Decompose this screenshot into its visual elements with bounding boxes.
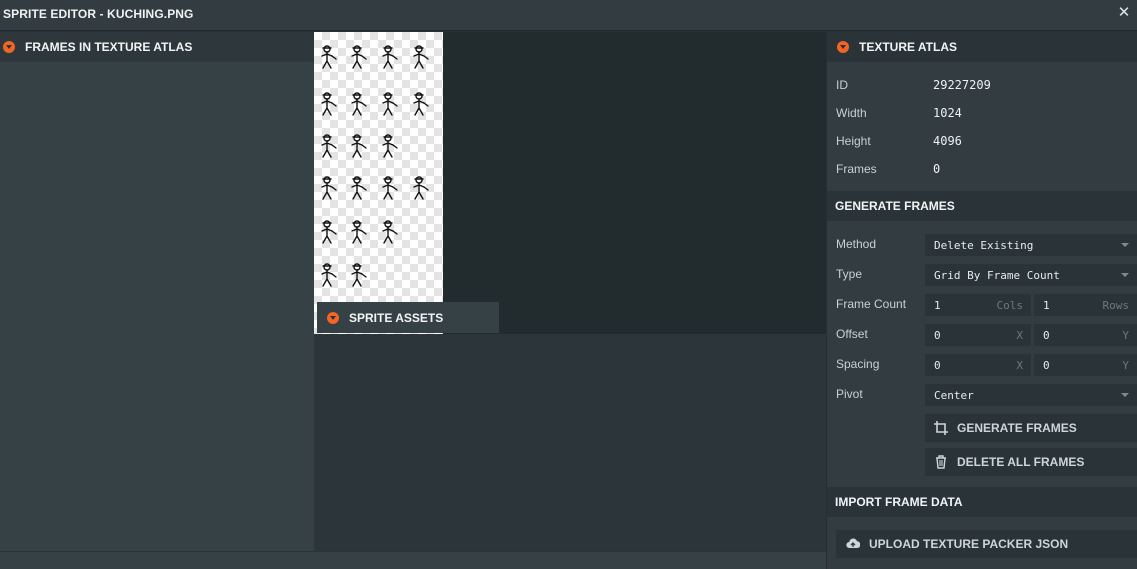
sprite-frame-figure: [347, 133, 367, 159]
spacing-label: Spacing: [836, 357, 880, 371]
texture-atlas-image[interactable]: [314, 32, 443, 334]
cloud-upload-icon: [846, 537, 860, 551]
atlas-id-value: 29227209: [933, 78, 991, 92]
collapse-toggle-icon[interactable]: [327, 311, 339, 324]
atlas-height-label: Height: [836, 134, 871, 148]
pivot-label: Pivot: [836, 387, 863, 401]
texture-atlas-title: TEXTURE ATLAS: [859, 40, 957, 54]
status-strip: [0, 551, 826, 569]
sprite-frame-figure: [317, 44, 337, 70]
spacing-y-input[interactable]: 0 Y: [1034, 354, 1137, 376]
import-frame-data-title: IMPORT FRAME DATA: [835, 495, 963, 509]
sprite-frame-figure: [317, 262, 337, 288]
frame-count-cols-input[interactable]: 1 Cols: [925, 294, 1031, 316]
frames-panel: FRAMES IN TEXTURE ATLAS: [0, 32, 314, 551]
method-label: Method: [836, 237, 877, 251]
offset-label: Offset: [836, 327, 868, 341]
trash-icon: [934, 455, 948, 469]
sprite-assets-title: SPRITE ASSETS: [349, 310, 444, 325]
sprite-frame-figure: [409, 175, 429, 201]
title-bar: SPRITE EDITOR - KUCHING.PNG ✕: [0, 0, 1137, 31]
chevron-down-icon: [1121, 243, 1129, 247]
type-label: Type: [836, 267, 863, 281]
spacing-x-input[interactable]: 0 X: [925, 354, 1031, 376]
offset-x-value: 0: [934, 328, 941, 342]
rows-suffix: Rows: [1102, 299, 1130, 312]
type-select-value: Grid By Frame Count: [934, 268, 1060, 282]
sprite-frame-figure: [378, 133, 398, 159]
crop-icon: [934, 421, 948, 435]
delete-all-frames-button-label: DELETE ALL FRAMES: [957, 455, 1085, 469]
atlas-id-label: ID: [836, 78, 848, 92]
offset-x-input[interactable]: 0 X: [925, 324, 1031, 346]
generate-frames-title: GENERATE FRAMES: [835, 199, 955, 213]
sprite-frame-figure: [347, 175, 367, 201]
sprite-frame-figure: [378, 175, 398, 201]
frames-panel-title: FRAMES IN TEXTURE ATLAS: [25, 40, 193, 54]
delete-all-frames-button[interactable]: DELETE ALL FRAMES: [925, 448, 1137, 476]
sprite-frame-figure: [347, 262, 367, 288]
spacing-x-value: 0: [934, 358, 941, 372]
y-suffix: Y: [1122, 359, 1129, 372]
frame-count-cols-value: 1: [934, 298, 941, 312]
sprite-frame-figure: [347, 91, 367, 117]
sprite-frame-figure: [378, 219, 398, 245]
upload-texture-packer-json-button[interactable]: UPLOAD TEXTURE PACKER JSON: [836, 530, 1137, 558]
cols-suffix: Cols: [996, 299, 1024, 312]
pivot-select-value: Center: [934, 388, 974, 402]
collapse-toggle-icon[interactable]: [3, 41, 15, 53]
upload-texture-packer-json-label: UPLOAD TEXTURE PACKER JSON: [869, 537, 1069, 551]
sprite-frame-figure: [317, 219, 337, 245]
frame-count-rows-value: 1: [1043, 298, 1050, 312]
texture-atlas-header[interactable]: TEXTURE ATLAS: [827, 32, 1137, 62]
generate-frames-header: GENERATE FRAMES: [827, 191, 1137, 221]
method-select[interactable]: Delete Existing: [925, 234, 1137, 256]
frame-count-rows-input[interactable]: 1 Rows: [1034, 294, 1137, 316]
generate-frames-button[interactable]: GENERATE FRAMES: [925, 414, 1137, 442]
collapse-toggle-icon[interactable]: [837, 41, 849, 53]
atlas-canvas[interactable]: [314, 32, 826, 334]
sprite-frame-figure: [378, 44, 398, 70]
frame-count-label: Frame Count: [836, 297, 907, 311]
atlas-width-label: Width: [836, 106, 867, 120]
import-frame-data-header: IMPORT FRAME DATA: [827, 487, 1137, 517]
offset-y-input[interactable]: 0 Y: [1034, 324, 1137, 346]
chevron-down-icon: [1121, 393, 1129, 397]
x-suffix: X: [1016, 359, 1023, 372]
sprite-frame-figure: [347, 219, 367, 245]
generate-frames-button-label: GENERATE FRAMES: [957, 421, 1077, 435]
sprite-frame-figure: [347, 44, 367, 70]
sprite-frame-figure: [409, 44, 429, 70]
y-suffix: Y: [1122, 329, 1129, 342]
sprite-frame-figure: [317, 133, 337, 159]
type-select[interactable]: Grid By Frame Count: [925, 264, 1137, 286]
sprite-frame-figure: [409, 91, 429, 117]
x-suffix: X: [1016, 329, 1023, 342]
inspector-panel: TEXTURE ATLAS ID 29227209 Width 1024 Hei…: [826, 32, 1137, 569]
sprite-assets-area: [314, 334, 826, 551]
sprite-frame-figure: [317, 91, 337, 117]
chevron-down-icon: [1121, 273, 1129, 277]
spacing-y-value: 0: [1043, 358, 1050, 372]
frames-panel-header[interactable]: FRAMES IN TEXTURE ATLAS: [0, 32, 314, 62]
atlas-frames-value: 0: [933, 162, 941, 176]
offset-y-value: 0: [1043, 328, 1050, 342]
atlas-width-value: 1024: [933, 106, 962, 120]
atlas-frames-label: Frames: [836, 162, 877, 176]
sprite-assets-header[interactable]: SPRITE ASSETS: [317, 302, 499, 333]
pivot-select[interactable]: Center: [925, 384, 1137, 406]
window-title: SPRITE EDITOR - KUCHING.PNG: [3, 7, 194, 21]
close-icon[interactable]: ✕: [1115, 3, 1133, 23]
atlas-height-value: 4096: [933, 134, 962, 148]
sprite-frame-figure: [317, 175, 337, 201]
sprite-frame-figure: [378, 91, 398, 117]
method-select-value: Delete Existing: [934, 238, 1034, 252]
